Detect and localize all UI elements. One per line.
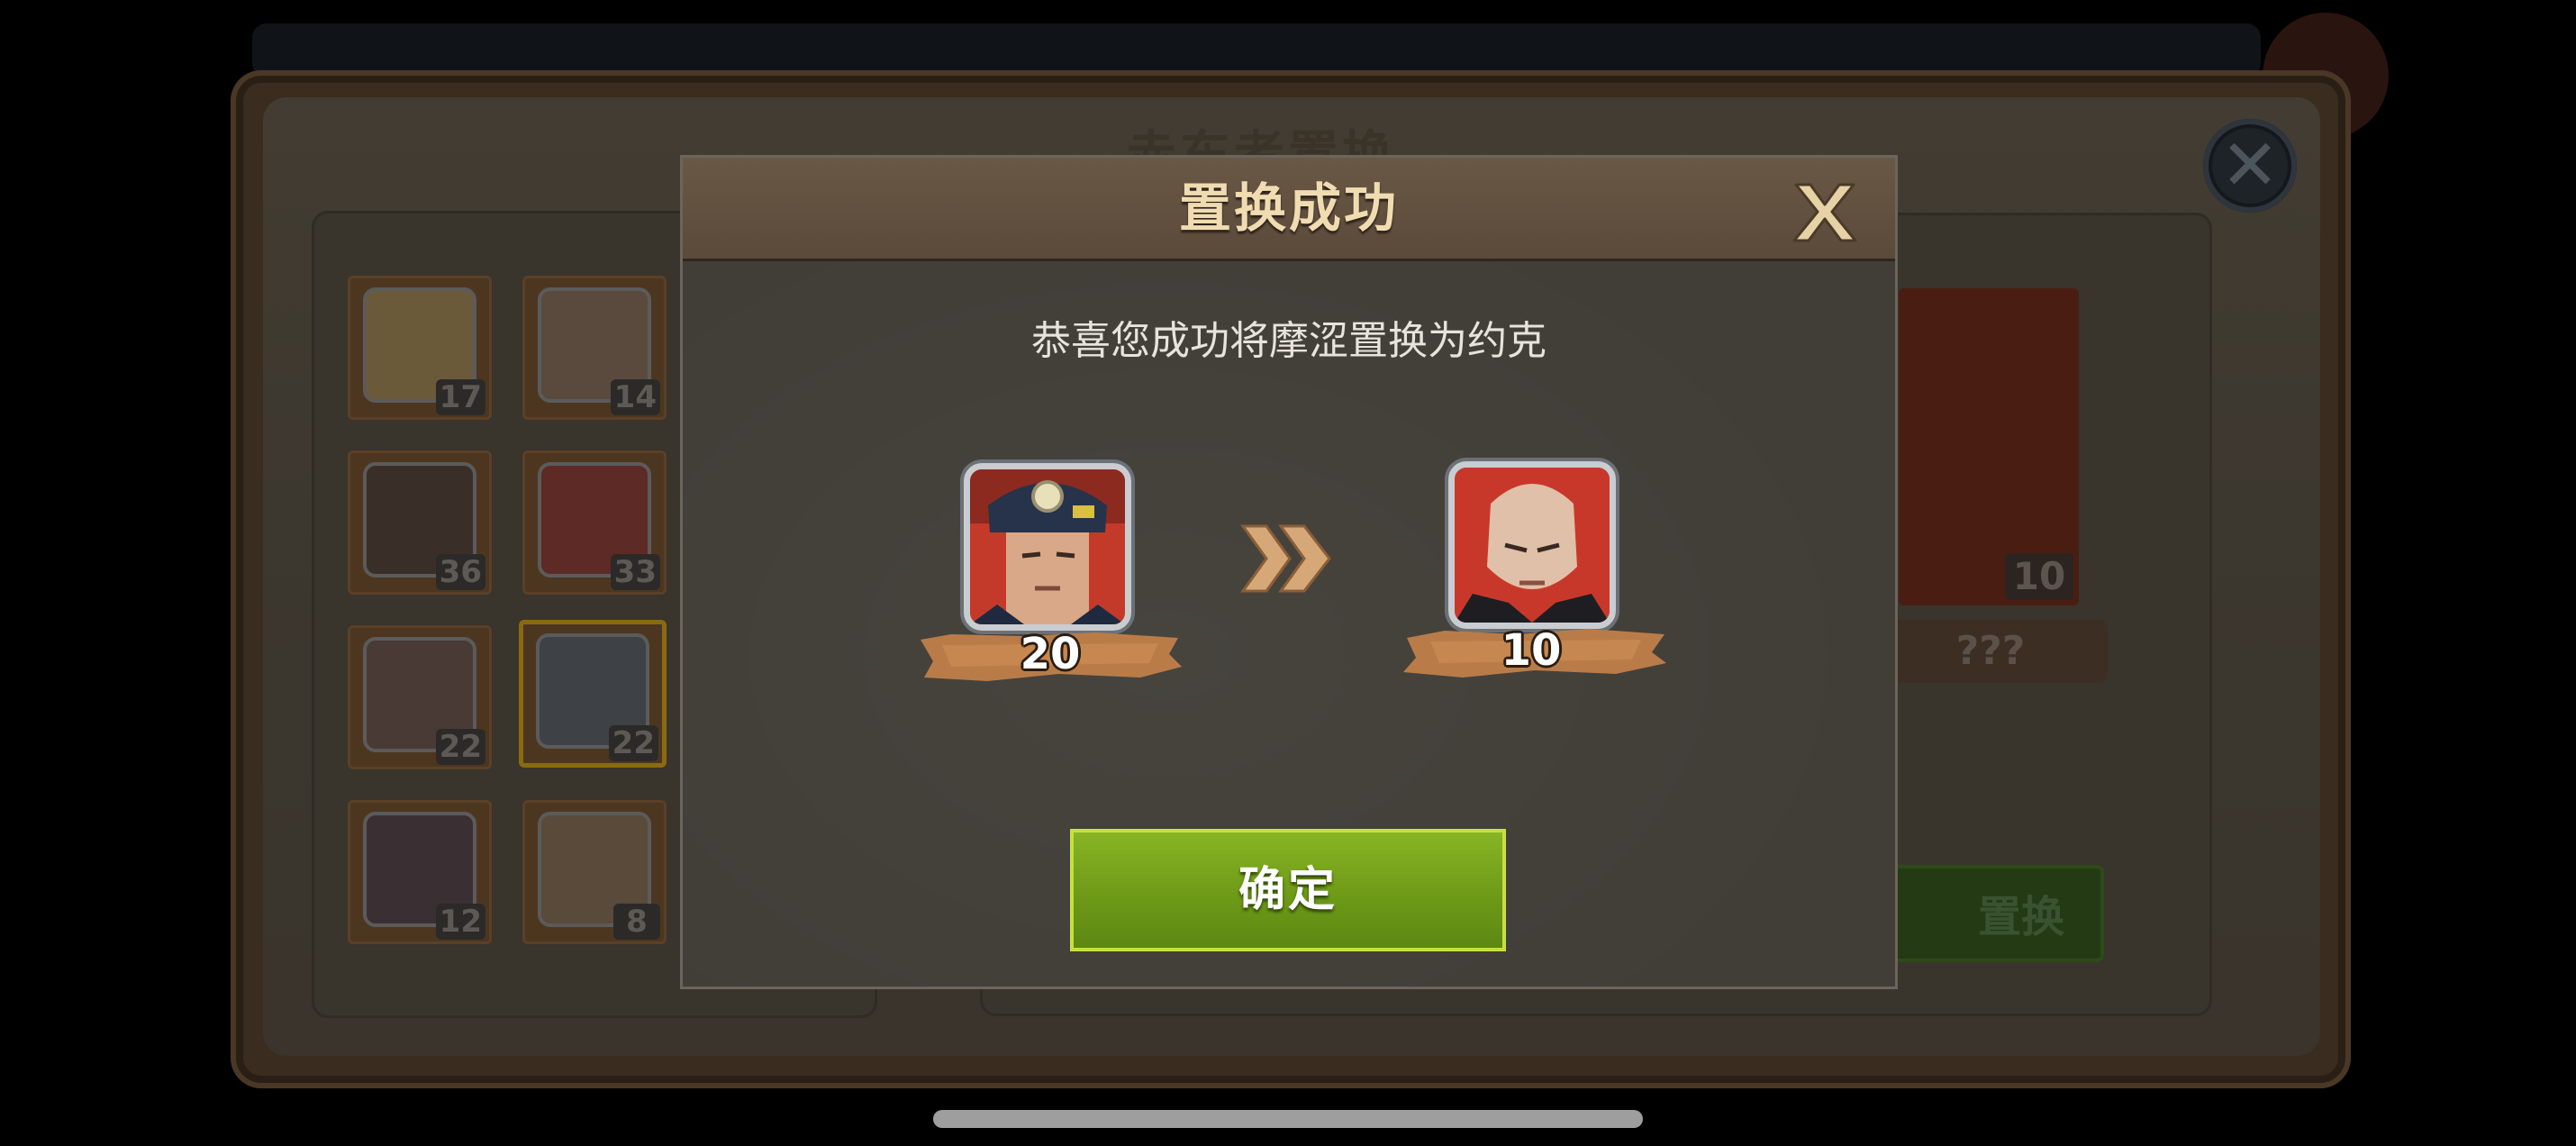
confirm-button[interactable]: 确定 — [1070, 829, 1506, 951]
target-hero-level: 10 — [2005, 553, 2073, 600]
hero-level: 36 — [435, 554, 485, 590]
hero-card[interactable]: 8 — [522, 800, 667, 944]
dialog-title: 置换成功 — [1178, 177, 1399, 239]
hero-level: 14 — [610, 379, 660, 415]
background-close-button[interactable]: ✕ — [2203, 119, 2297, 213]
to-hero-level: 10 — [1501, 625, 1562, 676]
officer-helmet-portrait-icon — [970, 469, 1125, 624]
hero-card[interactable]: 33 — [522, 450, 667, 595]
from-hero-portrait — [964, 463, 1131, 631]
hero-card-selected[interactable]: 22 — [519, 620, 667, 768]
hero-card[interactable]: 14 — [522, 276, 667, 420]
hero-level: 17 — [435, 379, 485, 415]
close-button[interactable] — [1791, 181, 1859, 244]
double-chevron-right-icon — [1240, 524, 1331, 593]
target-hero-card: 10 — [1899, 288, 2079, 605]
home-indicator — [933, 1110, 1643, 1128]
background-top-strip — [252, 23, 2261, 77]
hero-card[interactable]: 17 — [348, 276, 492, 420]
hero-level: 33 — [610, 554, 660, 590]
hero-card[interactable]: 36 — [348, 450, 492, 595]
to-hero-portrait — [1448, 461, 1616, 629]
hero-card[interactable]: 12 — [348, 800, 492, 944]
from-hero-level: 20 — [1020, 629, 1081, 679]
hero-level: 12 — [435, 904, 485, 940]
dialog-message: 恭喜您成功将摩涩置换为约克 — [1031, 318, 1547, 364]
hero-level: 22 — [435, 729, 485, 765]
hero-level: 8 — [613, 904, 660, 940]
target-hero-name: ??? — [1873, 620, 2108, 683]
bald-man-portrait-icon — [1455, 468, 1610, 623]
close-x-icon — [1792, 183, 1857, 242]
hero-card[interactable]: 22 — [348, 625, 492, 769]
hero-level: 22 — [608, 725, 658, 761]
